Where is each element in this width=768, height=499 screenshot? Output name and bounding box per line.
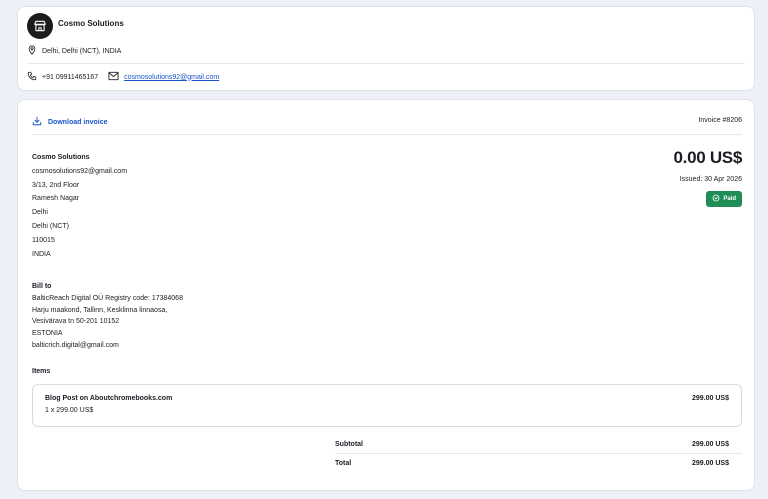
location-pin-icon [27,45,37,57]
bill-to-label: Bill to [32,283,52,290]
bill-to-line: Vesivärava tn 50-201 10152 [32,318,120,326]
invoice-amount: 0.00 US$ [673,148,743,167]
seller-city: Delhi [32,209,48,217]
bill-to-line: BalticReach Digital OÜ Registry code: 17… [32,294,183,302]
seller-state: Delhi (NCT) [32,222,69,230]
bill-to-line: Harju maakond, Tallinn, Kesklinna linnao… [32,306,168,314]
mail-icon [108,71,119,83]
company-location: Delhi, Delhi (NCT), INDIA [42,47,122,55]
items-heading: Items [32,368,51,375]
bill-to-line: ESTONIA [32,330,63,338]
company-contact: +91 09911465167 cosmosolutions92@gmail.c… [27,71,219,83]
seller-address-line: Ramesh Nagar [32,195,80,203]
subtotal-value: 299.00 US$ [692,441,729,448]
seller-email: cosmosolutions92@gmail.com [32,167,128,175]
email-contact[interactable]: cosmosolutions92@gmail.com [108,71,219,83]
phone-icon [27,71,37,83]
download-invoice-button[interactable]: Download invoice [32,116,108,128]
status-label: Paid [723,196,736,202]
invoice-divider [32,134,742,135]
company-header-card: Cosmo Solutions Delhi, Delhi (NCT), INDI… [17,6,755,91]
company-name: Cosmo Solutions [58,19,124,28]
seller-address-line: 3/13, 2nd Floor [32,181,80,189]
bill-to-email: balticrich.digital@gmail.com [32,341,119,349]
item-quantity: 1 x 299.00 US$ [45,407,94,414]
company-address: Delhi, Delhi (NCT), INDIA [27,45,121,57]
download-invoice-label: Download invoice [48,118,108,126]
seller-postal-code: 110015 [32,236,55,244]
list-item: Blog Post on Aboutchromebooks.com 1 x 29… [32,384,742,427]
status-badge: Paid [706,191,742,207]
seller-details: Cosmo Solutions cosmosolutions92@gmail.c… [32,151,127,261]
store-icon [27,13,53,39]
phone-contact: +91 09911465167 [27,71,98,83]
total-value: 299.00 US$ [692,460,729,467]
bill-to-details: Bill to BalticReach Digital OÜ Registry … [32,281,183,352]
subtotal-label: Subtotal [335,441,363,448]
seller-country: INDIA [32,250,51,258]
total-label: Total [335,460,352,467]
invoice-number: Invoice #8206 [698,117,742,124]
header-divider [27,63,745,64]
item-title: Blog Post on Aboutchromebooks.com [45,395,173,402]
totals-divider [335,453,742,454]
check-circle-icon [712,194,720,204]
invoice-card: Download invoice Invoice #8206 Cosmo Sol… [17,99,755,491]
item-price: 299.00 US$ [692,395,729,402]
issued-date: Issued: 30 Apr 2026 [679,176,742,183]
company-email-link[interactable]: cosmosolutions92@gmail.com [124,74,219,81]
download-icon [32,116,42,128]
seller-name: Cosmo Solutions [32,154,90,161]
phone-number: +91 09911465167 [42,73,99,81]
